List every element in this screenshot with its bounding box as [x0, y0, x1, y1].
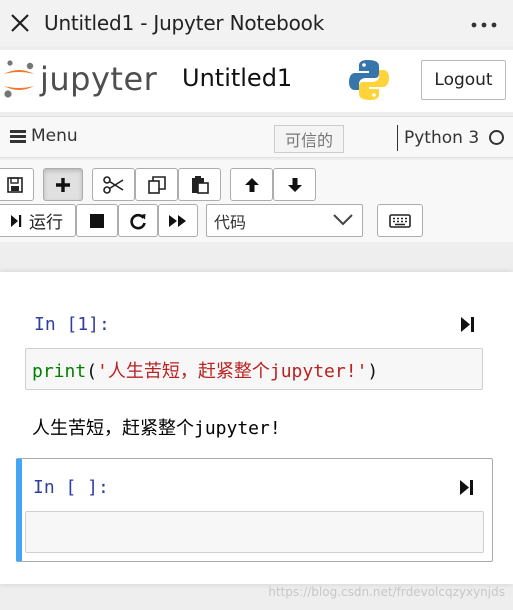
notebook-toolbar: 运行 代码 [0, 160, 513, 242]
move-up-button[interactable] [230, 168, 273, 201]
stop-icon [90, 213, 104, 228]
trusted-badge[interactable]: 可信的 [274, 125, 344, 153]
more-options-button[interactable] [471, 10, 497, 35]
move-down-button[interactable] [273, 168, 316, 201]
paste-icon [191, 175, 209, 194]
hamburger-icon [10, 128, 26, 145]
kernel-name[interactable]: Python 3 [397, 125, 479, 151]
copy-icon [147, 175, 166, 194]
code-paren-close: ) [367, 361, 379, 382]
add-cell-icon [56, 177, 70, 192]
run-step-icon [11, 214, 22, 227]
kernel-status-indicator [489, 130, 504, 145]
cell-1-input[interactable]: print('人生苦短，赶紧整个jupyter!') [25, 348, 483, 390]
logout-button[interactable]: Logout [421, 60, 506, 100]
cell-1-output: 人生苦短，赶紧整个jupyter! [32, 418, 281, 439]
fast-forward-icon [169, 214, 186, 227]
keyboard-icon [389, 213, 411, 228]
code-string: '人生苦短，赶紧整个jupyter!' [97, 361, 368, 382]
jupyter-orbit-icon [4, 60, 34, 98]
more-vertical-icon [471, 22, 497, 28]
copy-button[interactable] [135, 168, 178, 201]
run-label: 运行 [29, 213, 63, 233]
restart-icon [130, 213, 146, 229]
run-cell-icon[interactable] [460, 316, 476, 333]
cell-2[interactable]: In [ ]: [16, 458, 493, 562]
code-paren-open: ( [86, 361, 98, 382]
python-logo [348, 58, 390, 106]
watermark: https://blog.csdn.net/frdevolcqzyxynjds [268, 585, 505, 599]
save-button[interactable] [0, 168, 34, 201]
add-cell-button[interactable] [43, 168, 83, 201]
paste-button[interactable] [178, 168, 221, 201]
code-function: print [32, 361, 87, 382]
restart-kernel-button[interactable] [118, 204, 158, 237]
arrow-up-icon [244, 177, 259, 192]
python-icon [349, 60, 389, 100]
cell-2-prompt: In [ ]: [33, 477, 109, 498]
menu-bar: Menu 可信的 Python 3 [0, 116, 513, 158]
header-separator [0, 242, 513, 272]
window-title: Untitled1 - Jupyter Notebook [44, 11, 325, 35]
menu-label: Menu [31, 126, 78, 146]
cut-button[interactable] [92, 168, 135, 201]
app-title-bar: Untitled1 - Jupyter Notebook [0, 0, 513, 46]
cell-type-select[interactable]: 代码 [206, 204, 363, 237]
jupyter-header: jupyter Untitled1 Logout [0, 50, 513, 112]
close-button[interactable] [0, 0, 40, 46]
run-button[interactable]: 运行 [0, 204, 76, 237]
logo-text: jupyter [40, 60, 158, 98]
close-icon [11, 14, 29, 32]
restart-run-all-button[interactable] [158, 204, 198, 237]
chevron-down-icon [333, 214, 353, 226]
jupyter-logo[interactable]: jupyter [2, 58, 157, 100]
notebook-container: In [1]: print('人生苦短，赶紧整个jupyter!') 人生苦短，… [0, 272, 513, 584]
run-cell-icon[interactable] [459, 479, 475, 496]
arrow-down-icon [287, 177, 302, 192]
interrupt-button[interactable] [76, 204, 118, 237]
cell-1-prompt: In [1]: [34, 314, 110, 335]
cut-icon [102, 175, 123, 194]
save-icon [7, 176, 23, 193]
cell-2-input[interactable] [25, 511, 484, 553]
notebook-name[interactable]: Untitled1 [182, 64, 292, 92]
cell-type-value: 代码 [214, 212, 247, 232]
menu-button[interactable]: Menu [10, 126, 78, 146]
command-palette-button[interactable] [377, 204, 423, 237]
